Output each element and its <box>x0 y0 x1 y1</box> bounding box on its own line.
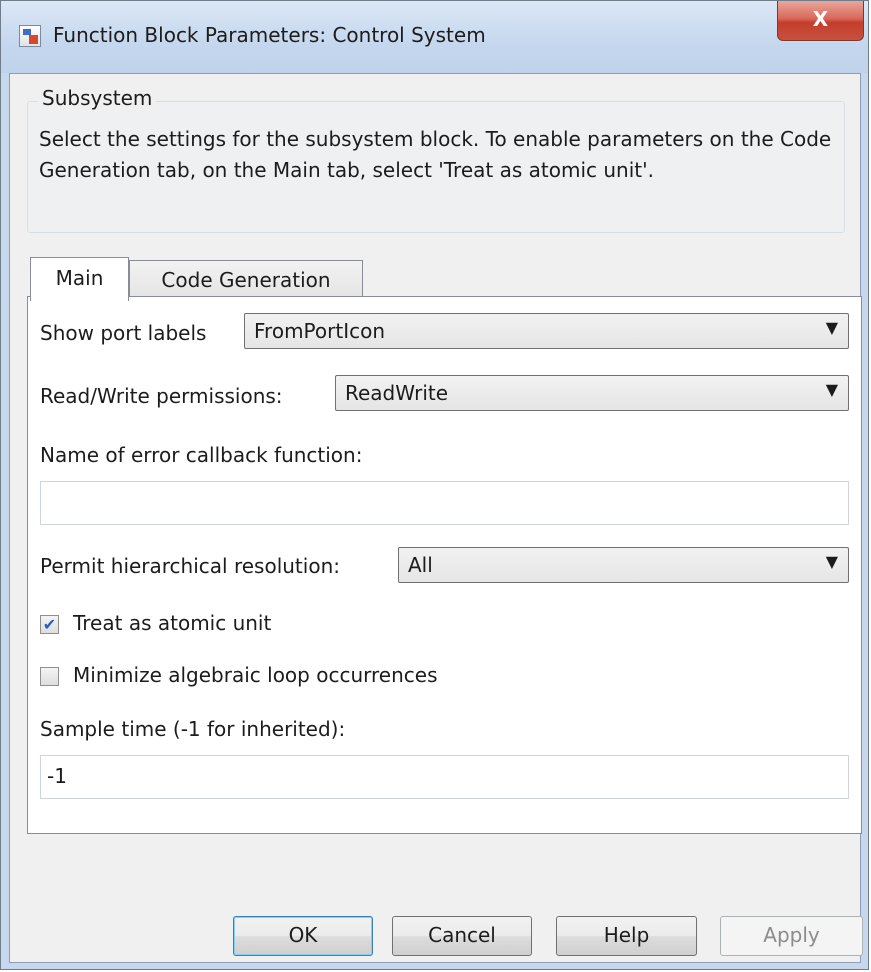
cancel-button[interactable]: Cancel <box>392 916 532 956</box>
hierarchical-resolution-value: All <box>408 553 433 577</box>
error-callback-label: Name of error callback function: <box>40 443 363 467</box>
close-button[interactable]: X <box>777 1 864 41</box>
sample-time-value: -1 <box>47 764 67 788</box>
chevron-down-icon: ▼ <box>825 318 838 337</box>
show-port-labels-dropdown[interactable]: FromPortIcon ▼ <box>244 313 849 349</box>
group-description: Select the settings for the subsystem bl… <box>39 127 832 182</box>
apply-button[interactable]: Apply <box>720 916 863 956</box>
minimize-loop-label[interactable]: Minimize algebraic loop occurrences <box>73 663 437 687</box>
hierarchical-resolution-label: Permit hierarchical resolution: <box>40 554 340 578</box>
window-title: Function Block Parameters: Control Syste… <box>53 23 486 47</box>
subsystem-group: Subsystem Select the settings for the su… <box>27 86 845 233</box>
show-port-labels-value: FromPortIcon <box>254 319 386 343</box>
read-write-permissions-label: Read/Write permissions: <box>40 384 283 408</box>
group-label: Subsystem <box>38 86 157 110</box>
main-tab-panel: Show port labels FromPortIcon ▼ Read/Wri… <box>27 296 862 834</box>
chevron-down-icon: ▼ <box>825 380 838 399</box>
read-write-permissions-value: ReadWrite <box>345 381 449 405</box>
dialog-window: Function Block Parameters: Control Syste… <box>0 0 869 970</box>
dialog-body: Subsystem Select the settings for the su… <box>9 73 863 963</box>
sample-time-input[interactable]: -1 <box>40 755 849 799</box>
title-bar[interactable]: Function Block Parameters: Control Syste… <box>1 1 868 73</box>
close-icon: X <box>812 7 829 31</box>
show-port-labels-label: Show port labels <box>40 321 207 345</box>
treat-atomic-label[interactable]: Treat as atomic unit <box>73 611 271 635</box>
error-callback-input[interactable] <box>40 481 849 525</box>
read-write-permissions-dropdown[interactable]: ReadWrite ▼ <box>335 375 849 411</box>
tab-main[interactable]: Main <box>30 257 129 301</box>
simulink-block-icon <box>19 25 41 47</box>
help-button[interactable]: Help <box>556 916 697 956</box>
treat-atomic-checkbox[interactable]: ✔ <box>40 615 59 634</box>
minimize-loop-checkbox[interactable] <box>40 667 59 686</box>
ok-button[interactable]: OK <box>233 916 373 956</box>
sample-time-label: Sample time (-1 for inherited): <box>40 717 346 741</box>
hierarchical-resolution-dropdown[interactable]: All ▼ <box>398 547 849 583</box>
chevron-down-icon: ▼ <box>825 552 838 571</box>
